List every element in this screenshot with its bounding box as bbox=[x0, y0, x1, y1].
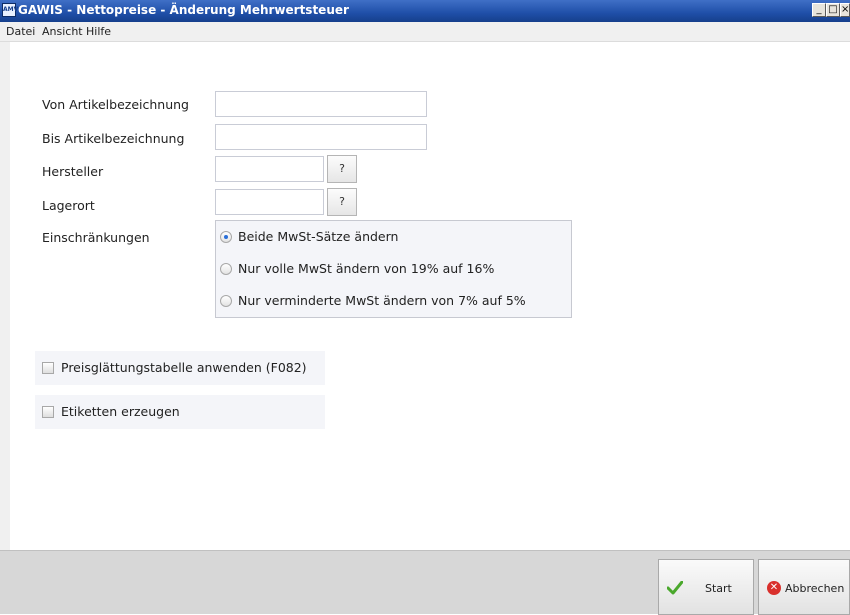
close-button[interactable]: × bbox=[840, 3, 850, 17]
menu-bar: Datei Ansicht Hilfe bbox=[0, 22, 850, 42]
hersteller-lookup-button[interactable]: ? bbox=[327, 155, 357, 183]
menu-item-hilfe[interactable]: Hilfe bbox=[86, 25, 111, 38]
von-artikel-input[interactable] bbox=[215, 91, 427, 117]
menu-item-ansicht[interactable]: Ansicht bbox=[42, 25, 83, 38]
footer-bar: Start ✕ Abbrechen bbox=[0, 550, 850, 615]
etiketten-checkbox[interactable] bbox=[42, 406, 54, 418]
menu-item-datei[interactable]: Datei bbox=[6, 25, 35, 38]
window-title: GAWIS - Nettopreise - Änderung Mehrwerts… bbox=[18, 3, 349, 17]
cancel-label: Abbrechen bbox=[785, 582, 845, 595]
cancel-icon: ✕ bbox=[767, 581, 781, 595]
preisglaettung-checkbox[interactable] bbox=[42, 362, 54, 374]
radio-button[interactable] bbox=[220, 263, 232, 275]
bis-artikel-label: Bis Artikelbezeichnung bbox=[42, 131, 185, 146]
etiketten-label: Etiketten erzeugen bbox=[61, 404, 180, 419]
radio-label: Nur verminderte MwSt ändern von 7% auf 5… bbox=[238, 293, 526, 308]
minimize-button[interactable]: _ bbox=[812, 3, 826, 17]
title-bar: AMV GAWIS - Nettopreise - Änderung Mehrw… bbox=[0, 0, 850, 22]
preisglaettung-label: Preisglättungstabelle anwenden (F082) bbox=[61, 360, 307, 375]
mwst-radio-group: Beide MwSt-Sätze ändern Nur volle MwSt ä… bbox=[215, 220, 572, 318]
preisglaettung-checkbox-row[interactable]: Preisglättungstabelle anwenden (F082) bbox=[35, 351, 325, 385]
etiketten-checkbox-row[interactable]: Etiketten erzeugen bbox=[35, 395, 325, 429]
start-label: Start bbox=[705, 582, 732, 595]
radio-label: Nur volle MwSt ändern von 19% auf 16% bbox=[238, 261, 495, 276]
radio-button-selected[interactable] bbox=[220, 231, 232, 243]
hersteller-input[interactable] bbox=[215, 156, 324, 182]
app-logo-icon: AMV bbox=[2, 3, 18, 17]
lagerort-label: Lagerort bbox=[42, 198, 95, 213]
lagerort-lookup-button[interactable]: ? bbox=[327, 188, 357, 216]
checkmark-icon bbox=[667, 581, 683, 595]
von-artikel-label: Von Artikelbezeichnung bbox=[42, 97, 189, 112]
lagerort-input[interactable] bbox=[215, 189, 324, 215]
einschraenkungen-label: Einschränkungen bbox=[42, 230, 150, 245]
left-border bbox=[0, 42, 10, 550]
maximize-button[interactable]: □ bbox=[826, 3, 840, 17]
hersteller-label: Hersteller bbox=[42, 164, 104, 179]
cancel-button[interactable]: ✕ Abbrechen bbox=[758, 559, 850, 615]
start-button[interactable]: Start bbox=[658, 559, 754, 615]
radio-button[interactable] bbox=[220, 295, 232, 307]
radio-label: Beide MwSt-Sätze ändern bbox=[238, 229, 399, 244]
bis-artikel-input[interactable] bbox=[215, 124, 427, 150]
